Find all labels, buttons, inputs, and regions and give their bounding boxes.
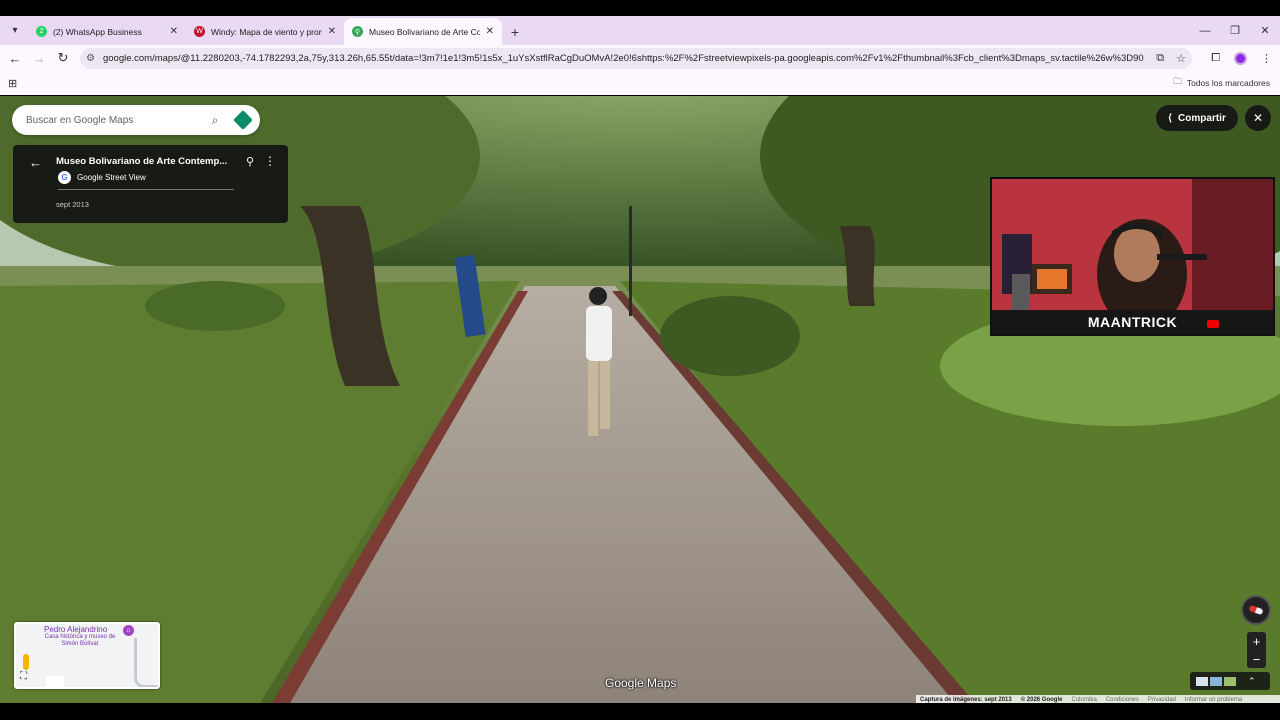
address-bar[interactable]: ⚙ google.com/maps/@11.2280203,-74.178229… (80, 48, 1192, 69)
forward-icon[interactable]: → (27, 51, 51, 66)
zoom-in-icon[interactable]: + (1253, 634, 1261, 649)
layer-thumb-icon[interactable] (1196, 676, 1208, 686)
google-maps-watermark: Google Maps (605, 676, 677, 690)
capture-date[interactable]: sept 2013 (56, 200, 89, 209)
terms-link[interactable]: Condiciones (1106, 697, 1139, 703)
menu-icon[interactable]: ⋮ (1261, 52, 1272, 65)
directions-icon[interactable] (226, 110, 260, 130)
close-street-view-button[interactable]: ✕ (1245, 105, 1271, 131)
window-bottom-bar (0, 703, 1280, 720)
country-link[interactable]: Colombia (1071, 697, 1096, 703)
streamer-caption: MAANTRICK (992, 310, 1273, 334)
street-view-source: G Google Street View (58, 171, 146, 184)
window-controls: — ❐ ✕ (1190, 16, 1280, 45)
pegman-icon[interactable] (23, 654, 29, 670)
tab-windy[interactable]: W Windy: Mapa de viento y pronó ✕ (186, 18, 344, 45)
back-icon[interactable]: ← (3, 51, 27, 66)
tab-title: Windy: Mapa de viento y pronó (211, 26, 322, 37)
privacy-link[interactable]: Privacidad (1148, 697, 1176, 703)
divider (58, 189, 234, 190)
minimize-icon[interactable]: — (1190, 25, 1220, 37)
bookmarks-bar: ⊞ 🗀 Todos los marcadores (0, 71, 1280, 95)
compass-icon[interactable] (1241, 595, 1271, 625)
place-title[interactable]: Museo Bolivariano de Arte Contemp... (56, 156, 228, 167)
expand-map-icon[interactable]: ⛶ (20, 671, 27, 682)
install-app-icon[interactable]: ⧉ (1156, 52, 1164, 65)
expand-layers-icon[interactable]: ⌃ (1248, 676, 1256, 687)
source-label: Google Street View (77, 173, 146, 182)
minimap-patch (46, 676, 64, 687)
profile-avatar[interactable] (1234, 51, 1247, 65)
minimap[interactable]: Pedro Alejandrino ⌂ Casa histórica y mus… (14, 622, 160, 689)
maps-pin-icon: ⚲ (352, 26, 363, 37)
search-icon[interactable]: ⌕ (204, 113, 226, 128)
window-top-bar (0, 0, 1280, 16)
youtube-icon (1207, 320, 1219, 328)
apps-grid-icon[interactable]: ⊞ (8, 77, 17, 90)
extensions-icon[interactable]: ⧠ (1211, 52, 1220, 65)
zoom-controls: + − (1247, 632, 1266, 668)
close-tab-icon[interactable]: ✕ (486, 26, 494, 37)
layer-thumb-icon[interactable] (1210, 676, 1222, 686)
more-options-icon[interactable]: ⋮ (264, 154, 276, 168)
webcam-overlay: MAANTRICK (990, 177, 1275, 336)
close-tab-icon[interactable]: ✕ (328, 26, 336, 37)
new-tab-button[interactable]: + (502, 19, 528, 45)
report-link[interactable]: Informar un problema (1185, 697, 1242, 703)
minimap-label-casa: Casa histórica y museo de Simón Bolívar (44, 634, 116, 647)
bookmark-star-icon[interactable]: ☆ (1176, 52, 1186, 65)
site-info-icon[interactable]: ⚙ (86, 53, 95, 64)
reload-icon[interactable]: ↻ (51, 50, 75, 66)
copyright: © 2026 Google (1020, 696, 1063, 703)
maps-search-box[interactable]: Buscar en Google Maps ⌕ (12, 105, 260, 135)
close-window-icon[interactable]: ✕ (1250, 24, 1280, 37)
location-pin-icon[interactable]: ⚲ (246, 155, 254, 168)
windy-icon: W (194, 26, 205, 37)
share-label: Compartir (1178, 112, 1226, 124)
search-input[interactable]: Buscar en Google Maps (26, 115, 204, 126)
tab-title: (2) WhatsApp Business (53, 26, 142, 37)
tab-whatsapp[interactable]: 2 (2) WhatsApp Business ✕ (28, 18, 186, 45)
all-bookmarks-label: Todos los marcadores (1186, 78, 1270, 88)
browser-toolbar: ← → ↻ ⚙ google.com/maps/@11.2280203,-74.… (0, 45, 1280, 71)
folder-icon: 🗀 (1173, 76, 1182, 86)
back-arrow-icon[interactable]: ← (29, 155, 42, 170)
tab-search-button[interactable]: ▾ (2, 17, 28, 43)
museum-poi-icon[interactable]: ⌂ (123, 625, 134, 636)
all-bookmarks-button[interactable]: 🗀 Todos los marcadores (1173, 76, 1270, 90)
imagery-layers[interactable]: ⌃ (1190, 672, 1270, 690)
capture-info: Captura de imágenes: sept 2013 (920, 696, 1012, 703)
zoom-out-icon[interactable]: − (1253, 652, 1261, 667)
tab-title: Museo Bolivariano de Arte Con (369, 26, 480, 37)
minimap-label-pedro: Pedro Alejandrino (44, 625, 108, 634)
url-text[interactable]: google.com/maps/@11.2280203,-74.1782293,… (103, 53, 1144, 64)
tab-bar: ▾ 2 (2) WhatsApp Business ✕ W Windy: Map… (0, 16, 1280, 45)
google-logo-icon: G (58, 171, 71, 184)
share-icon: ⟨ (1168, 112, 1173, 124)
whatsapp-icon: 2 (36, 26, 47, 37)
tab-museo[interactable]: ⚲ Museo Bolivariano de Arte Con ✕ (344, 18, 502, 45)
close-tab-icon[interactable]: ✕ (170, 26, 178, 37)
place-info-card: ← Museo Bolivariano de Arte Contemp... ⚲… (13, 145, 288, 223)
share-button[interactable]: ⟨ Compartir (1156, 105, 1238, 131)
minimap-road (134, 638, 158, 687)
restore-icon[interactable]: ❐ (1220, 24, 1250, 37)
layer-thumb-icon[interactable] (1224, 676, 1236, 686)
